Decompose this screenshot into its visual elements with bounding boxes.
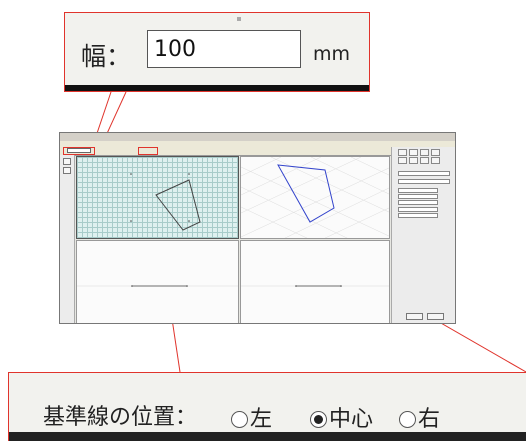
property-field[interactable] [398,179,450,184]
radio-left[interactable]: 左 [231,401,272,433]
tool-button[interactable] [398,157,407,164]
baseline-label: 基準線の位置： [43,405,198,430]
tool-button[interactable] [409,149,418,156]
front-view-pane[interactable] [76,240,239,323]
property-field[interactable] [398,171,450,176]
property-field[interactable] [398,194,438,199]
baseline-highlight-box [138,147,158,155]
resize-grip-icon [237,17,241,21]
tool-button[interactable] [431,157,440,164]
tool-button[interactable] [409,157,418,164]
3d-view-pane[interactable] [240,156,390,239]
property-field[interactable] [398,188,438,193]
radio-center-label: 中心 [329,407,374,432]
tool-button[interactable] [398,149,407,156]
tool-button[interactable] [420,149,429,156]
app-window-thumbnail [59,132,456,324]
tool-button[interactable] [63,167,71,174]
left-tool-strip [60,155,75,323]
side-view-drawing [241,285,389,287]
radio-circle-icon [399,411,416,428]
plan-view-pane[interactable] [76,156,239,239]
baseline-callout: 基準線の位置： 左 中心 右 [8,372,526,441]
plan-view-drawing [130,173,201,231]
width-callout: 幅： mm [64,12,370,92]
tool-button[interactable] [420,157,429,164]
width-label: 幅： [81,42,132,71]
property-field[interactable] [398,200,438,205]
tool-button[interactable] [63,158,71,165]
width-highlight-box [63,147,95,155]
title-bar [60,133,455,141]
tool-button[interactable] [431,149,440,156]
radio-circle-icon [231,411,248,428]
3d-view-drawing [241,157,389,238]
width-input[interactable] [147,30,301,68]
ruler-strip [65,85,369,91]
cancel-button[interactable] [427,313,444,320]
status-strip [9,432,526,441]
radio-left-label: 左 [250,407,273,432]
ok-button[interactable] [406,313,423,320]
front-view-drawing [77,285,238,287]
radio-right[interactable]: 右 [399,401,440,433]
property-field[interactable] [398,207,438,212]
radio-center[interactable]: 中心 [310,401,373,433]
side-view-pane[interactable] [240,240,390,323]
radio-selected-icon [310,411,327,428]
width-unit: mm [313,43,351,65]
properties-panel [391,147,455,323]
radio-right-label: 右 [418,407,441,432]
property-field[interactable] [398,213,438,218]
